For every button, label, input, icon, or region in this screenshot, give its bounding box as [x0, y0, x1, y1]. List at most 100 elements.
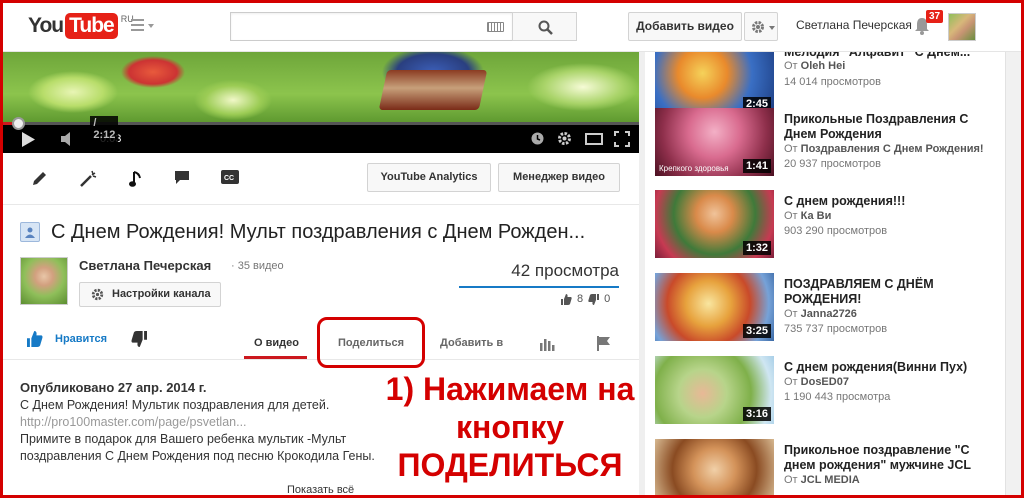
related-channel-name[interactable]: Oleh Hei [801, 60, 846, 72]
creator-toolbar: CC YouTube Analytics Менеджер видео [3, 153, 639, 205]
instruction-annotation: 1) Нажимаем на кнопку ПОДЕЛИТЬСЯ [365, 370, 655, 484]
keyboard-icon[interactable] [487, 22, 504, 32]
related-item[interactable]: 1:32 С днем рождения!!! От Ка Ви 903 290… [655, 190, 995, 266]
theater-mode-icon[interactable] [585, 133, 603, 145]
thumbs-down-icon [131, 331, 147, 347]
statistics-icon[interactable] [540, 337, 555, 351]
chevron-down-icon [769, 26, 775, 30]
notification-count-badge[interactable]: 37 [926, 10, 944, 23]
related-thumbnail[interactable]: 1:32 [655, 190, 774, 258]
like-button[interactable]: Нравится [27, 331, 107, 347]
search-input[interactable] [230, 12, 512, 41]
video-manager-button[interactable]: Менеджер видео [498, 163, 620, 192]
scrollbar[interactable] [1005, 52, 1021, 498]
related-channel: От Oleh Hei [784, 60, 845, 72]
show-more-button[interactable]: Показать всё [287, 484, 354, 496]
related-title[interactable]: Мелодия "Алфавит" С Днём... [784, 52, 994, 60]
related-thumbnail[interactable]: 2:45 [655, 52, 774, 114]
related-views: 20 937 просмотров [784, 158, 881, 170]
related-item[interactable]: Прикольное поздравление "С днем рождения… [655, 439, 995, 498]
duration-badge: 3:25 [742, 324, 771, 338]
related-channel-prefix: От [784, 210, 801, 222]
video-content-shape [378, 70, 488, 110]
related-channel-name[interactable]: DosED07 [801, 376, 849, 388]
gear-icon[interactable] [557, 131, 572, 146]
related-thumbnail[interactable]: 3:16 [655, 356, 774, 424]
logo-tube: Tube [65, 13, 118, 39]
tab-about[interactable]: О видео [254, 337, 299, 349]
fullscreen-icon[interactable] [614, 131, 630, 147]
youtube-analytics-button[interactable]: YouTube Analytics [367, 163, 491, 192]
related-item[interactable]: 3:25 ПОЗДРАВЛЯЕМ С ДНЁМ РОЖДЕНИЯ! От Jan… [655, 273, 995, 349]
privacy-icon [20, 222, 40, 242]
related-channel: От Janna2726 [784, 308, 857, 320]
svg-text:CC: CC [224, 175, 234, 182]
magic-wand-icon[interactable] [79, 170, 97, 188]
related-views: 1 190 443 просмотра [784, 391, 891, 403]
youtube-logo[interactable]: You Tube RU [28, 13, 134, 39]
related-channel: От Поздравления С Днем Рождения! [784, 143, 984, 155]
player-controls: 0:03 / 2:12 [3, 116, 639, 153]
annotations-icon[interactable] [174, 170, 190, 185]
related-channel-prefix: От [784, 474, 801, 486]
flag-icon[interactable] [597, 336, 611, 351]
volume-icon[interactable] [61, 132, 77, 146]
thumbnail-caption: Крепкого здоровья [659, 164, 729, 173]
likes-summary: 8 0 [561, 293, 610, 305]
watch-later-icon[interactable] [531, 132, 544, 145]
guide-menu-icon[interactable] [131, 19, 157, 33]
channel-name[interactable]: Светлана Печерская [79, 258, 211, 273]
related-views: 735 737 просмотров [784, 323, 888, 335]
view-count: 42 просмотра [511, 261, 619, 280]
related-channel: От JCL MEDIA [784, 474, 860, 486]
related-thumbnail[interactable]: Крепкого здоровья 1:41 [655, 108, 774, 176]
duration-badge: 1:32 [742, 241, 771, 255]
search-icon [538, 20, 553, 35]
user-name[interactable]: Светлана Печерская [796, 18, 912, 32]
related-title[interactable]: Прикольное поздравление "С днем рождения… [784, 443, 994, 473]
active-tab-underline [244, 356, 307, 359]
related-views: 903 290 просмотров [784, 225, 888, 237]
related-title[interactable]: ПОЗДРАВЛЯЕМ С ДНЁМ РОЖДЕНИЯ! [784, 277, 994, 307]
video-frame[interactable] [3, 52, 639, 122]
music-note-icon[interactable] [129, 170, 143, 188]
related-channel-prefix: От [784, 143, 801, 155]
dislike-count: 0 [604, 293, 611, 305]
tab-add-to[interactable]: Добавить в [440, 337, 503, 349]
related-title[interactable]: С днем рождения(Винни Пух) [784, 360, 994, 375]
settings-menu-button[interactable] [744, 12, 778, 41]
related-channel: От Ка Ви [784, 210, 831, 222]
related-channel-name[interactable]: JCL MEDIA [801, 474, 860, 486]
channel-avatar[interactable] [20, 257, 68, 305]
account-avatar[interactable] [948, 13, 976, 41]
search-button[interactable] [512, 12, 577, 41]
captions-icon[interactable]: CC [221, 170, 239, 184]
video-player[interactable]: 0:03 / 2:12 [3, 52, 639, 153]
related-channel-name[interactable]: Поздравления С Днем Рождения! [801, 143, 984, 155]
related-videos: 2:45 Мелодия "Алфавит" С Днём... От Oleh… [645, 52, 1005, 498]
related-channel-prefix: От [784, 60, 801, 72]
pencil-icon[interactable] [31, 170, 48, 187]
related-item[interactable]: 3:16 С днем рождения(Винни Пух) От DosED… [655, 356, 995, 432]
like-count: 8 [577, 293, 584, 305]
thumbs-down-icon [588, 293, 600, 305]
channel-settings-label: Настройки канала [112, 288, 211, 300]
related-thumbnail[interactable] [655, 439, 774, 498]
masthead: You Tube RU Добавить видео Светлана Пече… [0, 0, 1024, 52]
dislike-button[interactable] [131, 331, 147, 352]
related-thumbnail[interactable]: 3:25 [655, 273, 774, 341]
related-channel-name[interactable]: Janna2726 [801, 308, 857, 320]
duration-badge: 1:41 [742, 159, 771, 173]
play-icon[interactable] [21, 132, 35, 147]
related-channel-name[interactable]: Ка Ви [801, 210, 832, 222]
related-channel: От DosED07 [784, 376, 849, 388]
related-views: 14 014 просмотров [784, 76, 881, 88]
like-label: Нравится [55, 333, 108, 345]
channel-settings-button[interactable]: Настройки канала [79, 282, 221, 307]
related-item[interactable]: Крепкого здоровья 1:41 Прикольные Поздра… [655, 108, 995, 184]
upload-button[interactable]: Добавить видео [628, 12, 742, 41]
related-title[interactable]: Прикольные Поздравления С Днем Рождения [784, 112, 994, 142]
gear-icon [91, 288, 104, 301]
duration: / 2:12 [90, 116, 119, 142]
related-title[interactable]: С днем рождения!!! [784, 194, 994, 209]
